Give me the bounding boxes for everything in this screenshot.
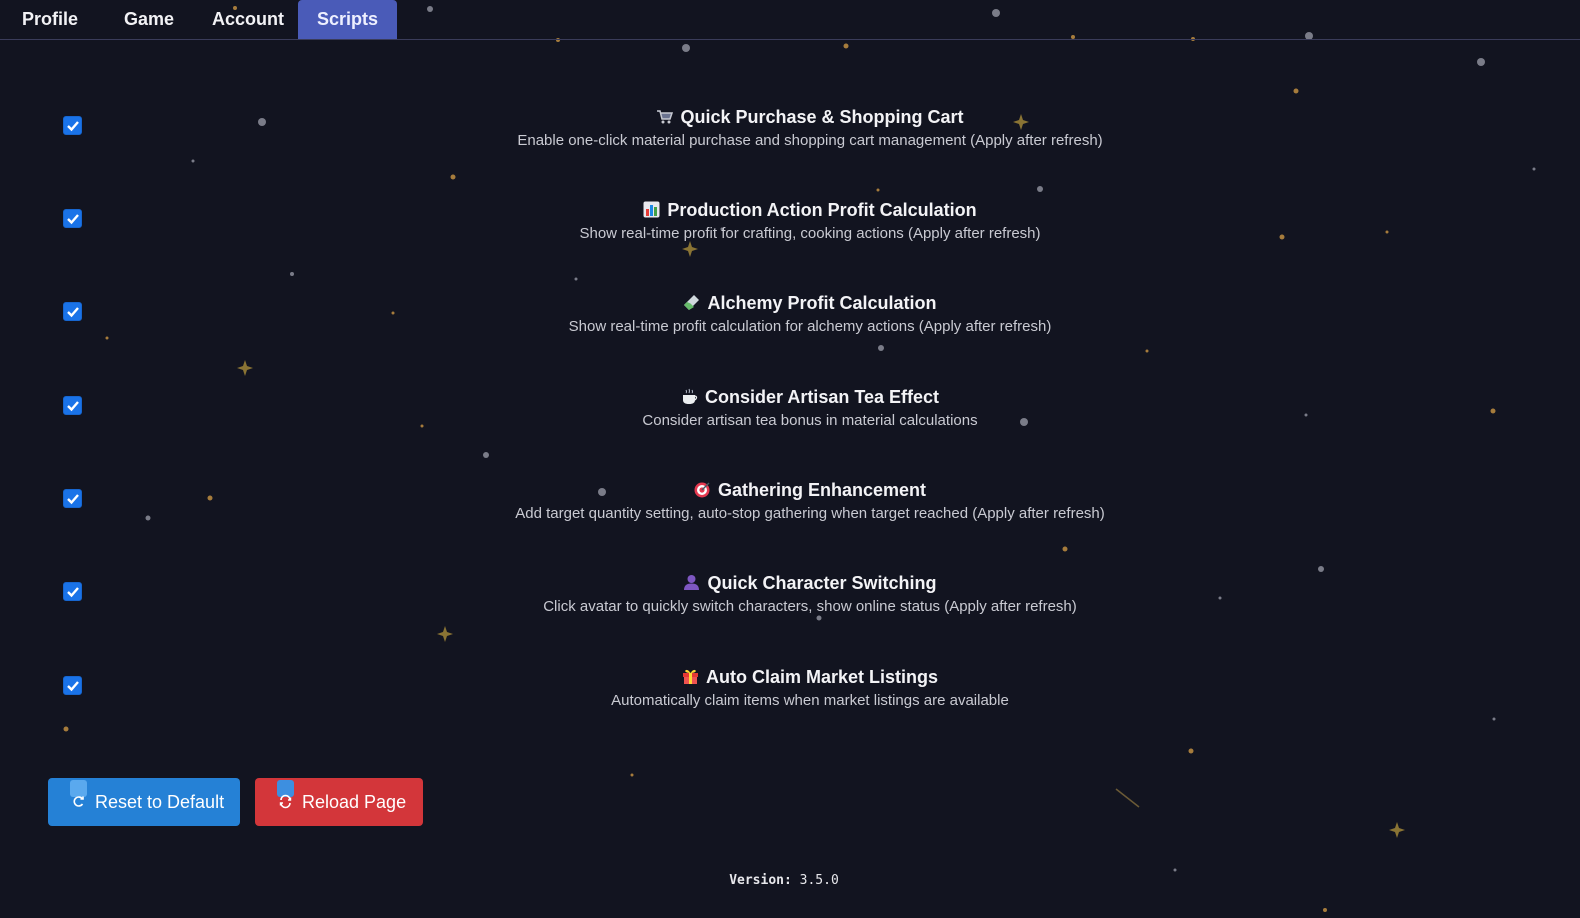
setting-title: Auto Claim Market Listings: [420, 666, 1200, 688]
checkmark-icon: [67, 214, 79, 225]
reload-button-label: Reload Page: [302, 792, 407, 812]
setting-title-text: Quick Character Switching: [707, 573, 937, 593]
tab-account[interactable]: Account: [200, 0, 296, 39]
setting-row-gathering-enhancement: Gathering Enhancement Add target quantit…: [0, 479, 1580, 539]
version-value: 3.5.0: [799, 873, 839, 888]
checkmark-icon: [67, 681, 79, 692]
checkmark-icon: [67, 494, 79, 505]
tab-game[interactable]: Game: [104, 0, 194, 39]
setting-title: Quick Purchase & Shopping Cart: [420, 106, 1200, 128]
checkmark-icon: [67, 121, 79, 132]
refresh-icon: [70, 780, 87, 807]
setting-title: Alchemy Profit Calculation: [420, 292, 1200, 314]
setting-description: Automatically claim items when market li…: [611, 692, 1009, 709]
checkmark-icon: [67, 587, 79, 598]
artisan-tea-checkbox[interactable]: [63, 396, 82, 415]
setting-title: Consider Artisan Tea Effect: [420, 386, 1200, 408]
production-profit-checkbox[interactable]: [63, 209, 82, 228]
test-tube-icon: [684, 295, 700, 310]
setting-text: Auto Claim Market Listings Automatically…: [420, 666, 1200, 711]
reload-page-button[interactable]: Reload Page: [255, 778, 423, 826]
settings-page: Profile Game Account Scripts Quick Purch…: [0, 0, 1580, 918]
setting-row-character-switching: Quick Character Switching Click avatar t…: [0, 572, 1580, 632]
setting-title-text: Quick Purchase & Shopping Cart: [680, 107, 964, 127]
setting-title: Quick Character Switching: [420, 572, 1200, 594]
bar-chart-icon: [643, 201, 660, 218]
setting-row-alchemy-profit: Alchemy Profit Calculation Show real-tim…: [0, 292, 1580, 352]
gift-icon: [682, 669, 698, 684]
setting-title: Production Action Profit Calculation: [420, 199, 1200, 221]
setting-row-auto-claim: Auto Claim Market Listings Automatically…: [0, 666, 1580, 726]
tea-cup-icon: [682, 388, 698, 404]
checkmark-icon: [67, 307, 79, 318]
setting-description: Show real-time profit for crafting, cook…: [579, 225, 1041, 242]
character-switching-checkbox[interactable]: [63, 582, 82, 601]
shopping-cart-icon: [657, 110, 674, 124]
setting-text: Quick Purchase & Shopping Cart Enable on…: [420, 106, 1200, 151]
version-label: Version:: [729, 873, 792, 888]
version-info: Version: 3.5.0: [0, 873, 1568, 888]
alchemy-profit-checkbox[interactable]: [63, 302, 82, 321]
tab-scripts[interactable]: Scripts: [298, 0, 397, 39]
checkmark-icon: [67, 401, 79, 412]
setting-row-quick-purchase: Quick Purchase & Shopping Cart Enable on…: [0, 106, 1580, 166]
setting-title: Gathering Enhancement: [420, 479, 1200, 501]
user-icon: [684, 575, 700, 590]
setting-description: Enable one-click material purchase and s…: [517, 132, 1103, 149]
setting-description: Consider artisan tea bonus in material c…: [642, 412, 978, 429]
setting-title-text: Alchemy Profit Calculation: [707, 293, 937, 313]
setting-text: Alchemy Profit Calculation Show real-tim…: [420, 292, 1200, 337]
setting-row-production-profit: Production Action Profit Calculation Sho…: [0, 199, 1580, 259]
reload-icon: [277, 780, 294, 809]
tab-bar: Profile Game Account Scripts: [0, 0, 1580, 40]
setting-text: Quick Character Switching Click avatar t…: [420, 572, 1200, 617]
tab-profile[interactable]: Profile: [4, 0, 96, 39]
reset-button-label: Reset to Default: [95, 792, 225, 812]
setting-title-text: Consider Artisan Tea Effect: [704, 387, 940, 407]
auto-claim-checkbox[interactable]: [63, 676, 82, 695]
setting-description: Click avatar to quickly switch character…: [543, 598, 1077, 615]
target-icon: [694, 482, 710, 498]
setting-title-text: Gathering Enhancement: [717, 480, 927, 500]
setting-text: Consider Artisan Tea Effect Consider art…: [420, 386, 1200, 431]
gathering-enhancement-checkbox[interactable]: [63, 489, 82, 508]
setting-row-artisan-tea: Consider Artisan Tea Effect Consider art…: [0, 386, 1580, 446]
setting-title-text: Auto Claim Market Listings: [705, 667, 939, 687]
quick-purchase-checkbox[interactable]: [63, 116, 82, 135]
setting-description: Add target quantity setting, auto-stop g…: [515, 505, 1105, 522]
setting-title-text: Production Action Profit Calculation: [667, 200, 977, 220]
setting-description: Show real-time profit calculation for al…: [568, 318, 1052, 335]
setting-text: Gathering Enhancement Add target quantit…: [420, 479, 1200, 524]
reset-to-default-button[interactable]: Reset to Default: [48, 778, 240, 826]
setting-text: Production Action Profit Calculation Sho…: [420, 199, 1200, 244]
